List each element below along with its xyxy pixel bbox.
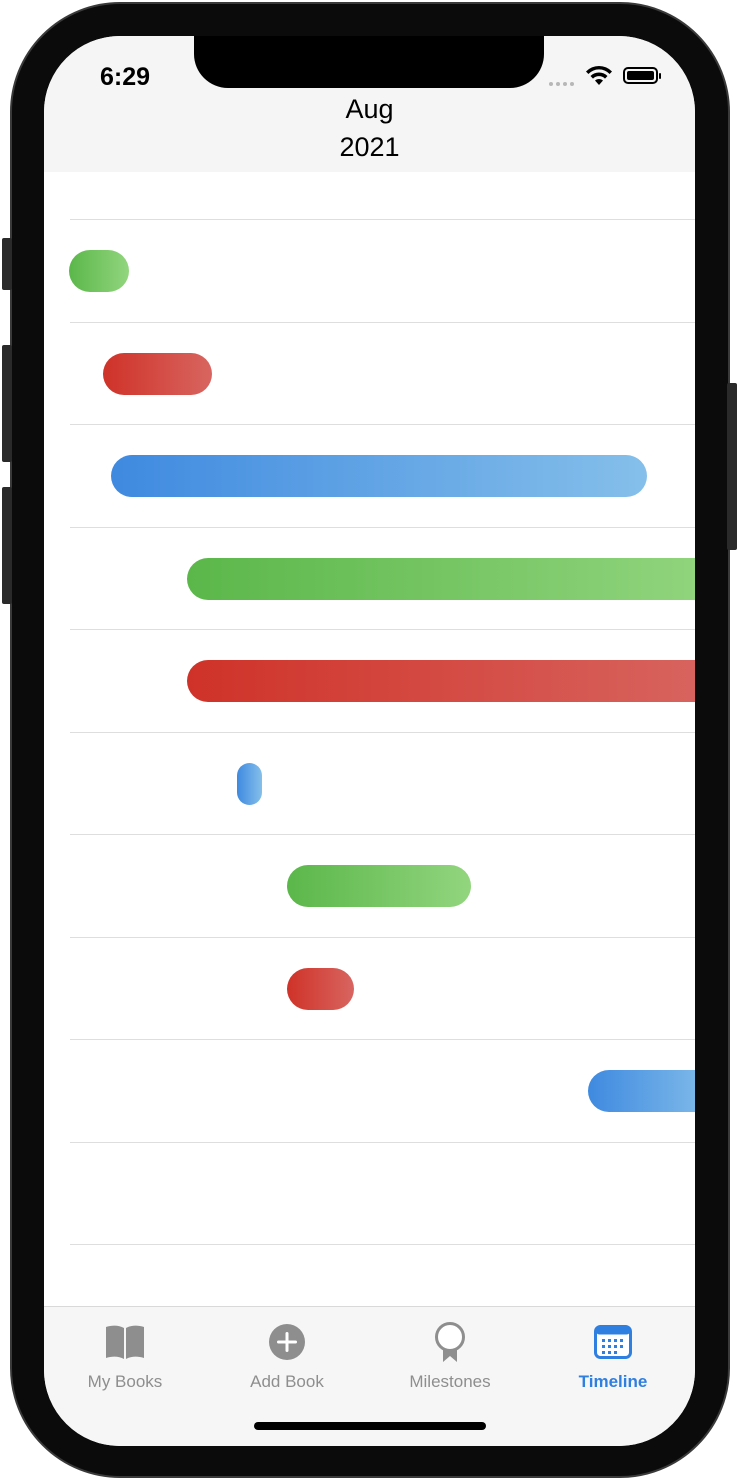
- row-divider: [70, 937, 695, 938]
- reading-bar[interactable]: [287, 865, 471, 907]
- volume-down-button: [2, 487, 12, 604]
- row-divider: [70, 834, 695, 835]
- reading-bar[interactable]: [237, 763, 262, 805]
- row-divider: [70, 424, 695, 425]
- tab-milestones[interactable]: Milestones: [369, 1321, 531, 1392]
- reading-bar[interactable]: [187, 660, 695, 702]
- year-label: 2021: [339, 132, 400, 162]
- wifi-icon: [586, 65, 612, 85]
- mute-switch: [2, 238, 12, 290]
- award-icon: [435, 1322, 465, 1362]
- tab-timeline[interactable]: Timeline: [532, 1321, 694, 1392]
- row-divider: [70, 629, 695, 630]
- book-icon: [106, 1325, 144, 1359]
- reading-bar[interactable]: [287, 968, 354, 1010]
- status-time: 6:29: [100, 63, 151, 91]
- reading-bar[interactable]: [69, 250, 129, 292]
- timeline-header: 6:29 Aug 2021: [44, 36, 695, 172]
- reading-bar[interactable]: [588, 1070, 695, 1112]
- row-divider: [70, 1039, 695, 1040]
- tab-add-book[interactable]: Add Book: [206, 1321, 368, 1392]
- calendar-icon: [594, 1325, 632, 1359]
- tab-label: My Books: [87, 1372, 163, 1391]
- cellular-signal-icon: [549, 82, 574, 86]
- row-divider: [70, 732, 695, 733]
- home-indicator: [254, 1422, 486, 1430]
- tab-label: Timeline: [578, 1372, 648, 1391]
- row-divider: [70, 1142, 695, 1143]
- tab-label: Add Book: [250, 1372, 324, 1391]
- battery-icon: [623, 67, 661, 84]
- row-divider: [70, 322, 695, 323]
- tab-my-books[interactable]: My Books: [44, 1321, 206, 1392]
- plus-circle-icon: [269, 1324, 305, 1360]
- reading-bar[interactable]: [103, 353, 212, 395]
- reading-bar[interactable]: [187, 558, 695, 600]
- month-label: Aug: [345, 94, 394, 124]
- volume-up-button: [2, 345, 12, 462]
- row-divider: [70, 219, 695, 220]
- row-divider: [70, 527, 695, 528]
- notch: [194, 36, 544, 88]
- app-screen: 6:29 Aug 2021 My Books Add Book Mileston…: [44, 36, 695, 1446]
- row-divider: [70, 1244, 695, 1245]
- reading-bar[interactable]: [111, 455, 647, 497]
- tab-label: Milestones: [409, 1372, 491, 1391]
- power-button: [727, 383, 737, 550]
